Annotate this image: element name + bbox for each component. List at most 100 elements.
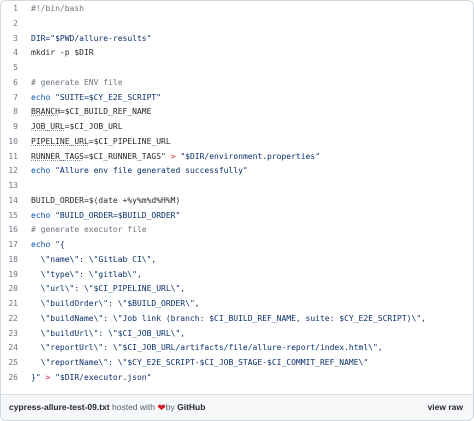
line-number[interactable]: 1 <box>1 2 18 17</box>
view-raw-link[interactable]: view raw <box>428 395 463 420</box>
code-token: \"reportUrl\": \"$CI_JOB_URL/artifacts/f… <box>31 343 383 353</box>
line-code: \"reportUrl\": \"$CI_JOB_URL/artifacts/f… <box>31 341 383 356</box>
line-code: BUILD_ORDER=$(date +%y%m%d%H%M) <box>31 194 180 209</box>
line-number[interactable]: 9 <box>1 120 18 135</box>
line-number[interactable]: 2 <box>1 17 18 32</box>
line-number[interactable]: 12 <box>1 164 18 179</box>
line-number[interactable]: 11 <box>1 150 18 165</box>
code-line: 9 JOB_URL=$CI_JOB_URL <box>1 120 473 135</box>
code-line: 23 \"buildUrl\": \"$CI_JOB_URL\", <box>1 327 473 342</box>
code-line: 19 \"type\": \"gitlab\", <box>1 268 473 283</box>
code-token: "{ <box>50 240 65 249</box>
code-line: 4 mkdir -p $DIR <box>1 46 473 61</box>
line-number[interactable]: 16 <box>1 223 18 238</box>
line-code: #!/bin/bash <box>31 2 84 17</box>
line-number[interactable]: 17 <box>1 238 18 253</box>
line-code: }" > "$DIR/executor.json" <box>31 371 151 386</box>
code-token: \"buildName\": \"Job link (branch: $CI_B… <box>31 313 426 323</box>
line-number[interactable]: 25 <box>1 356 18 371</box>
line-number[interactable]: 6 <box>1 76 18 91</box>
line-number[interactable]: 3 <box>1 32 18 47</box>
code-token: echo <box>31 92 51 102</box>
code-line: 13 <box>1 179 473 194</box>
line-number[interactable]: 21 <box>1 297 18 312</box>
line-number[interactable]: 14 <box>1 194 18 209</box>
line-code: DIR="$PWD/allure-results" <box>31 32 151 47</box>
code-line: 12 echo "Allure env file generated succes… <box>1 164 473 179</box>
code-token: RUNNER_TAGS <box>31 151 84 161</box>
by-text: by <box>165 402 178 412</box>
github-link[interactable]: GitHub <box>177 402 205 412</box>
code-token: \"type\": \"gitlab\", <box>31 269 142 279</box>
gist-filename-link[interactable]: cypress-allure-test-09.txt <box>9 402 110 412</box>
gist-meta-info: cypress-allure-test-09.txt hosted with ❤… <box>9 395 205 420</box>
line-code: \"name\": \"GitLab CI\", <box>31 253 157 268</box>
line-number[interactable]: 23 <box>1 327 18 342</box>
code-line: 7 echo "SUITE=$CY_E2E_SCRIPT" <box>1 91 473 106</box>
line-code: BRANCH=$CI_BUILD_REF_NAME <box>31 105 151 120</box>
code-line: 3 DIR="$PWD/allure-results" <box>1 32 473 47</box>
code-token: echo <box>31 210 51 220</box>
gist-footer: cypress-allure-test-09.txt hosted with ❤… <box>1 394 473 420</box>
line-code: echo "BUILD_ORDER=$BUILD_ORDER" <box>31 209 180 224</box>
line-number[interactable]: 4 <box>1 46 18 61</box>
line-code: \"url\": \"$CI_PIPELINE_URL\", <box>31 282 186 297</box>
code-token: # generate ENV file <box>31 77 123 87</box>
code-token: DIR="$PWD/allure-results" <box>31 33 152 43</box>
code-line: 11 RUNNER_TAGS=$CI_RUNNER_TAGS" > "$DIR/e… <box>1 150 473 165</box>
line-code: \"buildName\": \"Job link (branch: $CI_B… <box>31 312 426 327</box>
code-token: =$CI_BUILD_REF_NAME <box>59 107 152 117</box>
line-number[interactable]: 26 <box>1 371 18 386</box>
code-token: "$DIR/environment.properties" <box>175 151 321 161</box>
code-line: 16 # generate executor file <box>1 223 473 238</box>
line-code: \"buildOrder\": \"$BUILD_ORDER\", <box>31 297 200 312</box>
code-token: echo <box>31 166 51 176</box>
line-code: \"type\": \"gitlab\", <box>31 268 142 283</box>
code-token: "BUILD_ORDER=$BUILD_ORDER" <box>50 210 181 220</box>
line-number[interactable]: 7 <box>1 91 18 106</box>
line-number[interactable]: 20 <box>1 282 18 297</box>
code-line: 14 BUILD_ORDER=$(date +%y%m%d%H%M) <box>1 194 473 209</box>
code-token: # generate executor file <box>31 225 147 235</box>
code-token: BRANCH <box>31 107 60 117</box>
line-code: echo "SUITE=$CY_E2E_SCRIPT" <box>31 91 161 106</box>
line-number[interactable]: 13 <box>1 179 18 194</box>
line-number[interactable]: 18 <box>1 253 18 268</box>
code-token: "SUITE=$CY_E2E_SCRIPT" <box>50 92 162 102</box>
code-token: \"buildOrder\": \"$BUILD_ORDER\", <box>31 299 200 308</box>
code-token: echo <box>31 240 51 249</box>
code-line: 1 #!/bin/bash <box>1 2 473 17</box>
code-token: #!/bin/bash <box>31 4 84 13</box>
line-number[interactable]: 15 <box>1 209 18 224</box>
line-number[interactable]: 5 <box>1 61 18 76</box>
code-line: 21 \"buildOrder\": \"$BUILD_ORDER\", <box>1 297 473 312</box>
code-view: 1 #!/bin/bash 2 3 DIR="$PWD/allure-results" 4… <box>1 1 473 395</box>
code-token: =$CI_RUNNER_TAGS" <box>83 151 171 161</box>
code-token: =$CI_PIPELINE_URL <box>88 136 171 146</box>
code-token: BUILD_ORDER=$(date +%y%m%d%H%M) <box>31 195 181 205</box>
line-number[interactable]: 8 <box>1 105 18 120</box>
code-token: mkdir -p $DIR <box>31 48 94 58</box>
code-token: =$CI_JOB_URL <box>64 122 123 131</box>
code-line: 24 \"reportUrl\": \"$CI_JOB_URL/artifact… <box>1 341 473 356</box>
line-number[interactable]: 19 <box>1 268 18 283</box>
code-line: 20 \"url\": \"$CI_PIPELINE_URL\", <box>1 282 473 297</box>
line-code: echo "{ <box>31 238 65 253</box>
line-number[interactable]: 10 <box>1 135 18 150</box>
line-code: RUNNER_TAGS=$CI_RUNNER_TAGS" > "$DIR/env… <box>31 150 320 165</box>
code-line: 18 \"name\": \"GitLab CI\", <box>1 253 473 268</box>
hosted-with-text: hosted with <box>109 402 158 412</box>
code-token: }" <box>31 372 46 382</box>
code-token: \"name\": \"GitLab CI\", <box>31 254 157 264</box>
line-code: \"reportName\": \"$CY_E2E_SCRIPT-$CI_JOB… <box>31 356 369 371</box>
code-token: \"buildUrl\": \"$CI_JOB_URL\", <box>31 328 186 338</box>
code-line: 25 \"reportName\": \"$CY_E2E_SCRIPT-$CI_… <box>1 356 473 371</box>
heart-icon: ❤ <box>157 403 166 414</box>
line-number[interactable]: 22 <box>1 312 18 327</box>
line-number[interactable]: 24 <box>1 341 18 356</box>
code-token: JOB_URL <box>31 122 65 131</box>
gist-embed: 1 #!/bin/bash 2 3 DIR="$PWD/allure-results" 4… <box>0 0 474 421</box>
code-token: "$DIR/executor.json" <box>50 372 152 382</box>
line-code: JOB_URL=$CI_JOB_URL <box>31 120 123 135</box>
code-token: \"reportName\": \"$CY_E2E_SCRIPT-$CI_JOB… <box>31 358 369 367</box>
